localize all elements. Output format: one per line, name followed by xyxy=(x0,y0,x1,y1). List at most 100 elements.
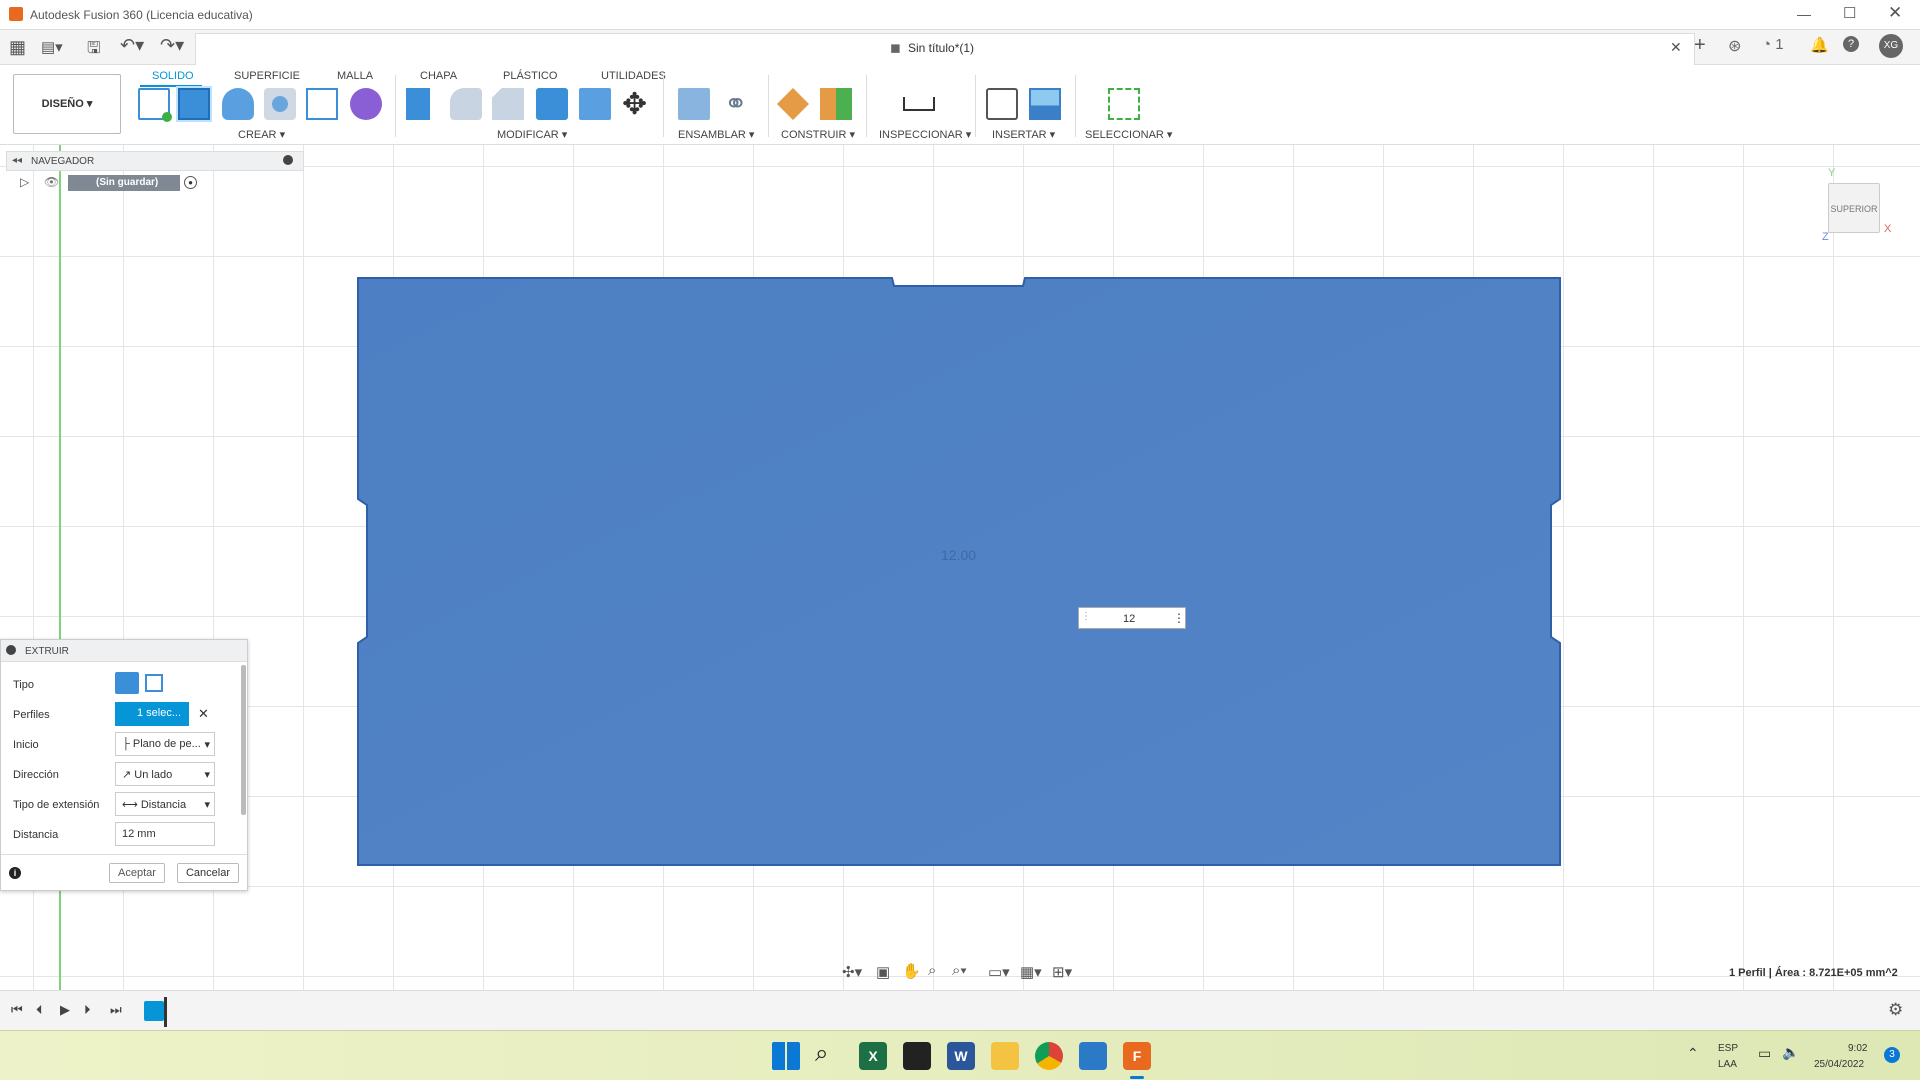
zoom-icon[interactable]: ⌕ xyxy=(928,962,936,979)
move-copy-icon[interactable]: ✥ xyxy=(622,87,647,122)
clear-selection-icon[interactable]: ✕ xyxy=(198,706,209,722)
create-sketch-icon[interactable] xyxy=(138,88,172,122)
midplane-icon[interactable] xyxy=(820,88,852,120)
distance-input-widget[interactable]: ⋮ 12 ⋮ xyxy=(1078,607,1186,629)
tab-chapa[interactable]: CHAPA xyxy=(420,70,457,82)
group-modificar[interactable]: MODIFICAR ▾ xyxy=(497,128,567,141)
clock-date[interactable]: 25/04/2022 xyxy=(1814,1059,1864,1070)
play-icon[interactable]: ▶ xyxy=(60,1002,70,1018)
go-to-start-icon[interactable]: ⏮ xyxy=(11,1002,23,1018)
extrude-icon[interactable] xyxy=(178,88,210,120)
collapse-browser-icon[interactable]: ◂◂ xyxy=(12,155,22,166)
new-component-icon[interactable] xyxy=(678,88,710,120)
accept-button[interactable]: Aceptar xyxy=(109,863,165,883)
job-status-icon[interactable]: ◔ 1 xyxy=(1762,36,1784,53)
group-ensamblar[interactable]: ENSAMBLAR ▾ xyxy=(678,128,754,141)
data-panel-grid-icon[interactable]: ▦ xyxy=(9,37,26,58)
document-tab[interactable]: ◼ Sin título*(1) ✕ xyxy=(195,33,1695,65)
step-back-icon[interactable]: ⏴ xyxy=(36,1002,43,1018)
minimize-button[interactable]: — xyxy=(1797,6,1811,22)
tab-superficie[interactable]: SUPERFICIE xyxy=(234,70,300,82)
input-language-layout[interactable]: LAA xyxy=(1718,1059,1737,1070)
insert-derive-icon[interactable] xyxy=(986,88,1018,120)
user-avatar[interactable]: XG xyxy=(1879,34,1903,58)
sketch-profile-shape[interactable] xyxy=(357,277,1561,866)
browser-root-node[interactable]: (Sin guardar) xyxy=(68,175,180,191)
help-icon[interactable]: ? xyxy=(1843,36,1859,52)
group-construir[interactable]: CONSTRUIR ▾ xyxy=(781,128,855,141)
shell-icon[interactable] xyxy=(536,88,568,120)
orbit-icon[interactable]: ✣▾ xyxy=(842,963,862,981)
create-form-icon[interactable] xyxy=(350,88,382,120)
chamfer-icon[interactable] xyxy=(492,88,524,120)
timeline-settings-gear-icon[interactable]: ⚙ xyxy=(1888,1000,1903,1020)
input-language[interactable]: ESP xyxy=(1718,1043,1738,1054)
close-window-button[interactable]: ✕ xyxy=(1888,3,1902,23)
pattern-icon[interactable] xyxy=(306,88,338,120)
revolve-icon[interactable] xyxy=(222,88,254,120)
timeline-sketch-feature[interactable] xyxy=(144,1001,164,1021)
pan-hand-icon[interactable]: ✋ xyxy=(902,962,921,980)
direccion-dropdown[interactable]: ↗ Un lado ▾ xyxy=(115,762,215,786)
viewcube[interactable]: SUPERIOR xyxy=(1828,183,1880,233)
close-tab-icon[interactable]: ✕ xyxy=(1670,39,1682,56)
network-icon[interactable]: ▭ xyxy=(1758,1045,1771,1062)
tab-solido[interactable]: SOLIDO xyxy=(152,70,194,82)
info-icon[interactable]: i xyxy=(9,867,21,879)
workspace-switcher-button[interactable]: DISEÑO ▾ xyxy=(13,74,121,134)
press-pull-icon[interactable] xyxy=(406,88,430,120)
excel-icon[interactable]: X xyxy=(859,1042,887,1070)
sticky-notes-icon[interactable] xyxy=(903,1042,931,1070)
search-icon[interactable]: ⌕ xyxy=(815,1040,828,1068)
redo-icon[interactable]: ↷▾ xyxy=(160,35,184,56)
timeline-marker[interactable] xyxy=(164,997,167,1027)
notifications-bell-icon[interactable]: 🔔 xyxy=(1810,36,1829,54)
offset-plane-icon[interactable] xyxy=(777,88,809,120)
grid-settings-icon[interactable]: ▦▾ xyxy=(1020,963,1042,981)
save-icon[interactable]: 🖫 xyxy=(87,37,101,64)
undo-icon[interactable]: ↶▾ xyxy=(120,35,144,56)
go-to-end-icon[interactable]: ⏭ xyxy=(110,1002,122,1018)
fit-zoom-icon[interactable]: ⌕▾ xyxy=(952,962,967,979)
hole-icon[interactable] xyxy=(264,88,296,120)
extensions-icon[interactable]: ⊛ xyxy=(1728,36,1741,56)
group-inspeccionar[interactable]: INSPECCIONAR ▾ xyxy=(879,128,971,141)
input-options-icon[interactable]: ⋮ xyxy=(1173,611,1185,625)
tab-utilidades[interactable]: UTILIDADES xyxy=(601,70,666,82)
volume-icon[interactable]: 🔈 xyxy=(1782,1044,1799,1061)
word-icon[interactable]: W xyxy=(947,1042,975,1070)
dialog-scrollbar[interactable] xyxy=(241,665,246,815)
distance-input-value[interactable]: 12 xyxy=(1123,613,1135,625)
fusion360-taskbar-icon[interactable]: F xyxy=(1123,1042,1151,1070)
tab-plastico[interactable]: PLÁSTICO xyxy=(503,70,557,82)
notification-count-badge[interactable]: 3 xyxy=(1884,1047,1900,1063)
joint-icon[interactable]: ⚭ xyxy=(724,87,747,120)
viewports-icon[interactable]: ⊞▾ xyxy=(1052,963,1072,981)
visibility-eye-icon[interactable]: 👁 xyxy=(44,175,59,189)
drag-handle-icon[interactable]: ⋮ xyxy=(1081,611,1091,622)
file-explorer-icon[interactable] xyxy=(991,1042,1019,1070)
group-insertar[interactable]: INSERTAR ▾ xyxy=(992,128,1055,141)
display-settings-icon[interactable]: ▭▾ xyxy=(988,963,1010,981)
perfiles-selection-button[interactable]: 1 selec... xyxy=(115,702,189,726)
group-crear[interactable]: CREAR ▾ xyxy=(238,128,285,141)
step-forward-icon[interactable]: ⏵ xyxy=(84,1002,91,1018)
viewport-canvas[interactable]: ◂◂ NAVEGADOR ▷ 👁 (Sin guardar) ● SUPERIO… xyxy=(0,145,1920,990)
inicio-dropdown[interactable]: ├ Plano de pe... ▾ xyxy=(115,732,215,756)
extrude-collapse-icon[interactable] xyxy=(6,645,16,655)
new-tab-plus-icon[interactable]: + xyxy=(1694,34,1706,57)
browser-minimize-icon[interactable] xyxy=(283,155,293,165)
measure-icon[interactable] xyxy=(903,97,935,111)
maximize-button[interactable]: ☐ xyxy=(1843,4,1856,22)
sketch-profile[interactable] xyxy=(355,275,1565,870)
group-seleccionar[interactable]: SELECCIONAR ▾ xyxy=(1085,128,1172,141)
look-at-icon[interactable]: ▣ xyxy=(876,963,890,981)
tab-malla[interactable]: MALLA xyxy=(337,70,373,82)
file-menu-icon[interactable]: ▤▾ xyxy=(41,38,63,56)
combine-icon[interactable] xyxy=(579,88,611,120)
windows-start-icon[interactable] xyxy=(772,1042,800,1070)
distancia-input[interactable]: 12 mm xyxy=(115,822,215,846)
photos-icon[interactable] xyxy=(1079,1042,1107,1070)
cancel-button[interactable]: Cancelar xyxy=(177,863,239,883)
fillet-icon[interactable] xyxy=(450,88,482,120)
